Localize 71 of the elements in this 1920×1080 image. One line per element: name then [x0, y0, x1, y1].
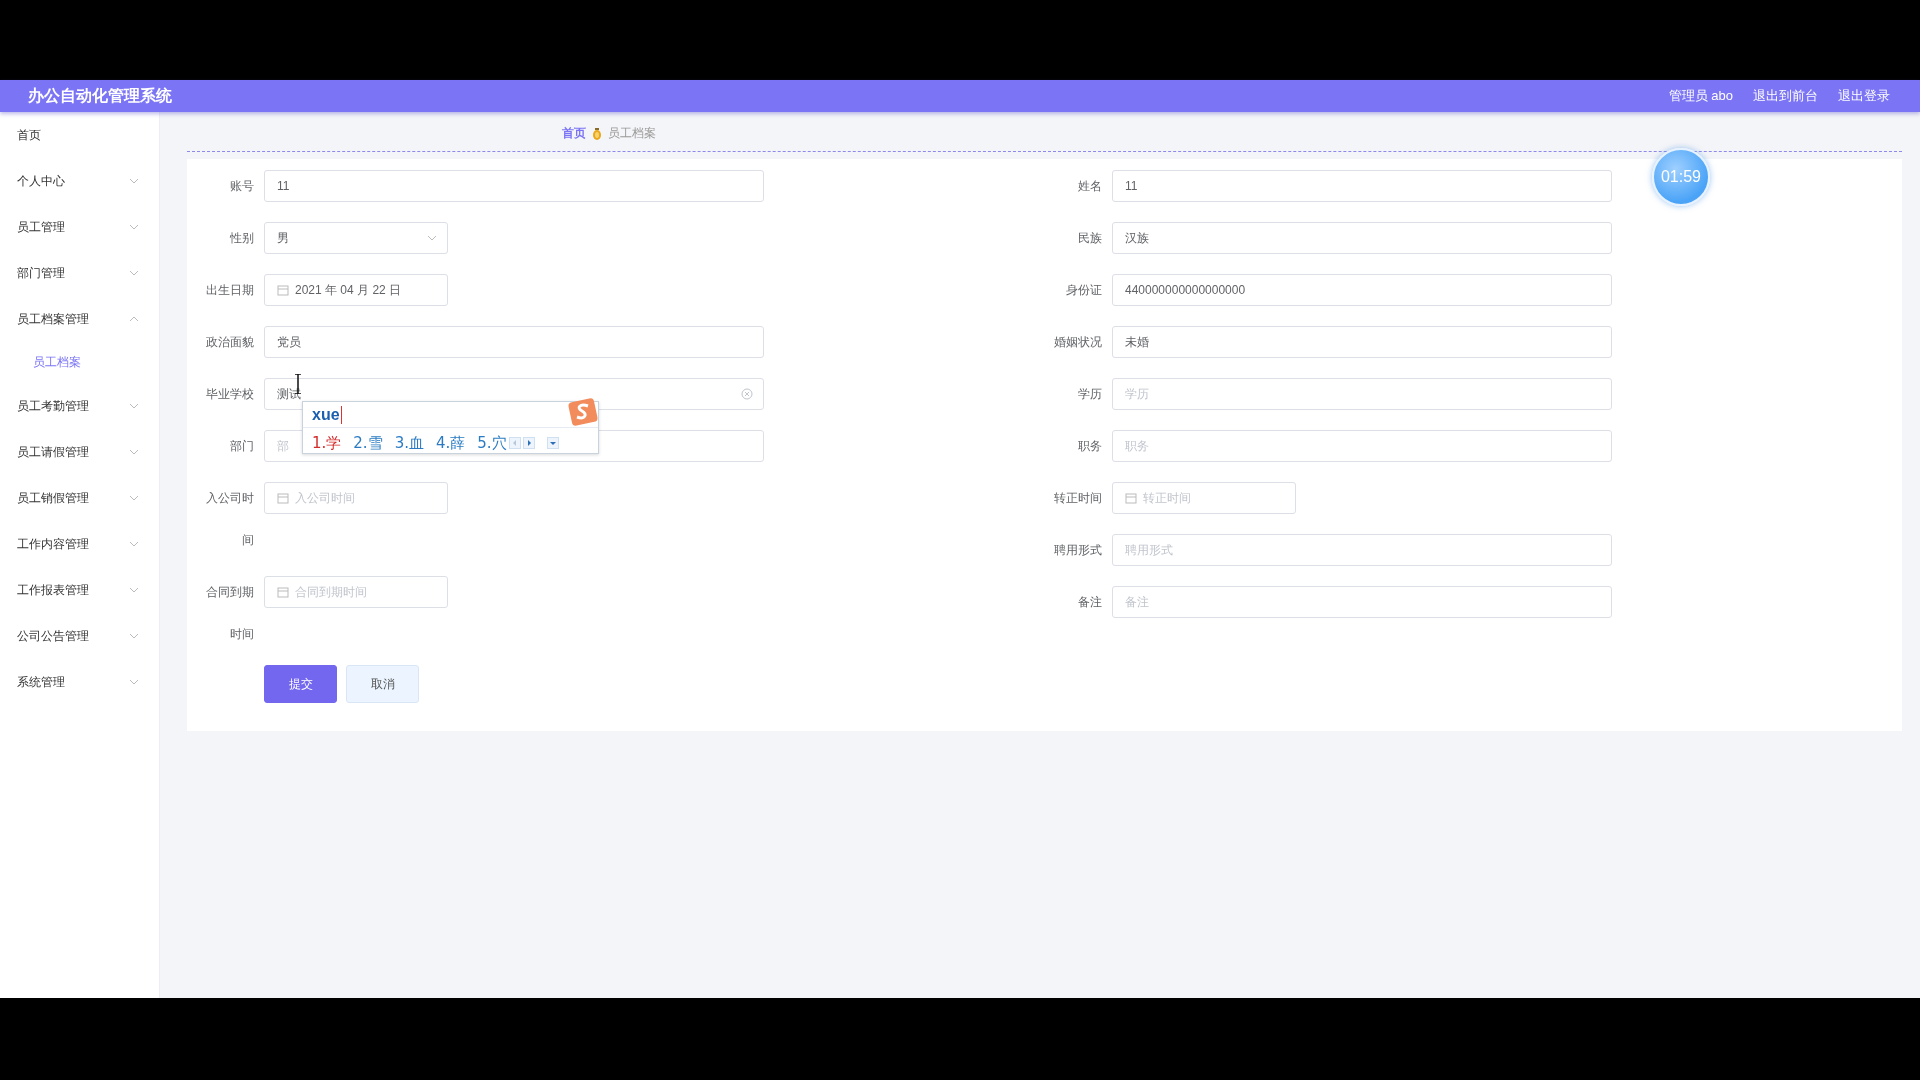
chevron-down-icon — [129, 494, 139, 502]
app-title: 办公自动化管理系统 — [28, 85, 172, 106]
input-field[interactable]: 11 — [1112, 170, 1612, 202]
menu-item[interactable]: 员工请假管理 — [0, 429, 159, 475]
field-label: 婚姻状况 — [1053, 334, 1103, 351]
field-label: 部门 — [229, 438, 255, 455]
chevron-down-icon — [129, 678, 139, 686]
chevron-up-icon — [129, 315, 139, 323]
calendar-icon — [277, 284, 289, 296]
prev-page-icon — [508, 437, 521, 449]
next-page-icon — [522, 437, 535, 449]
input-field[interactable]: 440000000000000000 — [1112, 274, 1612, 306]
field-label: 聘用形式 — [1053, 542, 1103, 559]
calendar-icon — [277, 586, 289, 598]
menu-item[interactable]: 部门管理 — [0, 250, 159, 296]
menu-item[interactable]: 工作报表管理 — [0, 567, 159, 613]
field-label: 姓名 — [1077, 178, 1103, 195]
field-label: 入公司时间 — [205, 490, 255, 549]
field-label: 备注 — [1077, 594, 1103, 611]
field-label: 性别 — [229, 230, 255, 247]
field-label: 合同到期时间 — [205, 584, 255, 643]
chevron-down-icon — [129, 402, 139, 410]
breadcrumb-link[interactable]: 首页 — [562, 125, 586, 142]
input-field[interactable]: 党员 — [264, 326, 764, 358]
ime-candidate[interactable]: 3.血 — [394, 433, 424, 453]
menu-item[interactable]: 首页 — [0, 112, 159, 158]
field-label: 学历 — [1077, 386, 1103, 403]
calendar-icon — [277, 492, 289, 504]
expand-icon — [546, 437, 559, 449]
field-label: 转正时间 — [1053, 490, 1103, 507]
header-link[interactable]: 退出登录 — [1838, 87, 1890, 105]
chevron-down-icon — [129, 177, 139, 185]
chevron-down-icon — [129, 586, 139, 594]
chevron-down-icon — [129, 540, 139, 548]
chevron-down-icon — [427, 234, 437, 242]
field-label: 身份证 — [1065, 282, 1103, 299]
field-label: 出生日期 — [205, 282, 255, 299]
cancel-button[interactable]: 取消 — [346, 665, 419, 703]
menu-item[interactable]: 员工销假管理 — [0, 475, 159, 521]
field-label: 民族 — [1077, 230, 1103, 247]
select-field[interactable]: 男 — [264, 222, 448, 254]
input-field[interactable]: 未婚 — [1112, 326, 1612, 358]
field-label: 职务 — [1077, 438, 1103, 455]
chevron-down-icon — [129, 223, 139, 231]
header-link[interactable]: 管理员 abo — [1668, 87, 1733, 105]
menu-item[interactable]: 工作内容管理 — [0, 521, 159, 567]
input-field[interactable]: 11 — [264, 170, 764, 202]
header-link[interactable]: 退出到前台 — [1753, 87, 1818, 105]
chevron-down-icon — [129, 269, 139, 277]
ime-candidate[interactable]: 2.雪 — [353, 433, 383, 453]
field-label: 毕业学校 — [205, 386, 255, 403]
field-label: 政治面貌 — [205, 334, 255, 351]
chevron-down-icon — [129, 632, 139, 640]
ime-candidate[interactable]: 4.薛 — [435, 433, 466, 453]
field-label: 账号 — [229, 178, 255, 195]
menu-item[interactable]: 员工管理 — [0, 204, 159, 250]
ime-candidate[interactable]: 1.学 — [312, 433, 342, 453]
submit-button[interactable]: 提交 — [264, 665, 337, 703]
ime-composition: xue — [312, 405, 342, 424]
calendar-icon — [1125, 492, 1137, 504]
menu-item[interactable]: 个人中心 — [0, 158, 159, 204]
menu-item[interactable]: 公司公告管理 — [0, 613, 159, 659]
chevron-down-icon — [129, 448, 139, 456]
submenu-item[interactable]: 员工档案 — [0, 342, 159, 383]
menu-item[interactable]: 员工档案管理 — [0, 296, 159, 342]
coin-icon — [592, 127, 602, 140]
ime-candidate[interactable]: 5.穴 — [477, 433, 507, 453]
input-field[interactable]: 汉族 — [1112, 222, 1612, 254]
menu-item[interactable]: 员工考勤管理 — [0, 383, 159, 429]
date-field[interactable]: 2021 年 04 月 22 日 — [264, 274, 448, 306]
menu-item[interactable]: 系统管理 — [0, 659, 159, 705]
